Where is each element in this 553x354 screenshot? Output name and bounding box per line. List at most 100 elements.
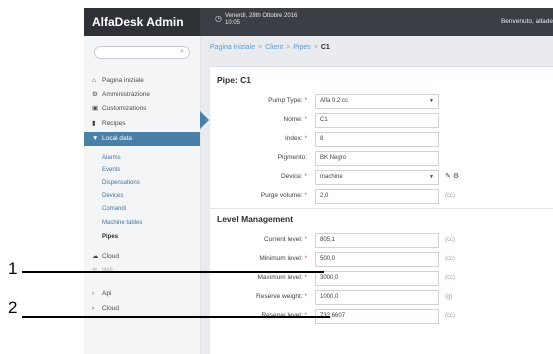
pump-type-select[interactable]: Alfa 0.2 cc ▼ [315,94,439,109]
row-purge-volume: Purge volume: * 2,0 (cc) [210,188,553,206]
field-label: Maximum level: [257,274,303,281]
required-mark: * [304,293,307,300]
field-label: Current level: [264,236,303,243]
sidebar-item-home[interactable]: ⌂ Pagina iniziale [84,74,200,88]
breadcrumb-client[interactable]: Client [265,44,283,51]
pigmento-input[interactable]: BK Negro [315,151,439,166]
search-box[interactable]: ⌕ [94,46,190,65]
row-pigmento: Pigmento: BK Negro [210,150,553,168]
reserve-level-input[interactable]: 732,6607 [315,309,439,324]
required-mark: * [304,116,307,123]
field-label: Reserve weight: [256,293,303,300]
maximum-level-input[interactable]: 3000,0 [315,271,439,286]
breadcrumb-current: C1 [320,44,330,51]
row-nome: Nome: * C1 [210,112,553,130]
unit-label: (cc) [445,275,455,281]
chevron-right-icon: › [92,305,95,312]
field-label: Device: [280,173,303,180]
breadcrumb-separator: > [286,44,291,51]
datetime: Venerdì, 28th Ottobre 2016 10:05 [225,13,297,27]
sidebar-subitem-alarms[interactable]: Alarms [102,153,121,163]
required-mark: * [304,135,307,142]
device-value: machine [320,174,343,180]
required-mark: * [304,274,307,281]
caret-down-icon: ▼ [429,98,434,104]
gear-icon[interactable]: ⚙ [453,173,459,180]
sidebar-subitem-events[interactable]: Events [102,165,120,175]
reserve-weight-input[interactable]: 1000,0 [315,290,439,305]
unit-label: (g) [445,294,453,300]
callout-number-2: 2 [8,298,18,317]
section-divider [210,208,553,209]
sidebar-item-label: Customizations [102,105,147,112]
field-label: Nome: [283,116,303,123]
sidebar-item-label: Cloud [102,253,119,260]
sidebar-item-local-data[interactable]: ▼ Local data [84,132,200,146]
callout-line-1 [22,271,324,273]
search-input[interactable] [95,53,187,65]
clock-icon: ◷ [215,14,222,23]
brand-logo[interactable]: AlfaDesk Admin [84,8,200,36]
unit-label: (cc) [445,237,455,243]
sidebar-item-customizations[interactable]: ▣ Customizations [84,102,200,116]
device-select[interactable]: machine ▼ [315,170,439,185]
chevron-right-icon: › [92,290,95,297]
breadcrumb-separator: > [258,44,263,51]
sidebar-subitem-comandi[interactable]: Comandi [102,204,126,214]
minimum-level-input[interactable]: 500,0 [315,252,439,267]
field-label: Pigmento: [277,154,307,161]
required-mark: * [304,97,307,104]
sidebar-item-label: Pagina iniziale [102,77,144,84]
active-nav-pointer [200,111,209,129]
row-minimum-level: Minimum level: * 500,0 (cc) [210,251,553,269]
sidebar-item-label: Recipes [102,120,126,127]
sidebar-item-label: Local data [102,135,132,142]
sidebar-item-cloud[interactable]: ☁ Cloud [84,250,200,264]
welcome-user[interactable]: Benvenuto, allade [501,8,553,36]
sidebar-subitem-machine-tables[interactable]: Machine tables [102,218,142,228]
nome-input[interactable]: C1 [315,113,439,128]
breadcrumb-separator: > [313,44,318,51]
search-icon[interactable]: ⌕ [180,48,184,56]
sidebar-subitem-pipes[interactable]: Pipes [102,232,118,242]
pencil-icon[interactable]: ✎ [445,173,451,180]
row-pump-type: Pump Type: * Alfa 0.2 cc ▼ [210,93,553,111]
section-title-level: Level Management [217,214,294,224]
unit-label: (cc) [445,313,455,319]
app-window: AlfaDesk Admin ◷ Venerdì, 28th Ottobre 2… [84,8,553,354]
sidebar-subitem-dispensations[interactable]: Dispensations [102,178,140,188]
sidebar-item-cloud-2[interactable]: › Cloud [84,302,200,316]
callout-number-1: 1 [8,259,18,278]
unit-label: (cc) [445,193,455,199]
unit-label: (cc) [445,256,455,262]
row-index: Index: * 8 [210,131,553,149]
sidebar-item-label: Cloud [102,305,119,312]
sidebar-item-recipes[interactable]: ▮ Recipes [84,117,200,131]
pump-type-value: Alfa 0.2 cc [320,98,349,104]
breadcrumb-home[interactable]: Pagina iniziale [210,44,255,51]
home-icon: ⌂ [92,77,96,84]
field-label: Index: [284,135,303,142]
breadcrumb: Pagina iniziale > Client > Pipes > C1 [210,44,330,51]
image-icon: ▣ [92,105,99,112]
field-label: Minimum level: [259,255,303,262]
sidebar-item-admin[interactable]: ⚙ Amministrazione [84,88,200,102]
field-label: Pump Type: [268,97,303,104]
book-icon: ▮ [92,120,96,127]
index-input[interactable]: 8 [315,132,439,147]
sidebar-item-label: Amministrazione [102,91,151,98]
row-current-level: Current level: * 805,1 (cc) [210,232,553,250]
caret-down-icon: ▼ [429,174,434,180]
sidebar-subitem-devices[interactable]: Devices [102,191,123,201]
current-level-input[interactable]: 805,1 [315,233,439,248]
purge-volume-input[interactable]: 2,0 [315,189,439,204]
time-text: 10:05 [225,20,241,26]
pipe-form-panel: Pipe: C1 Pump Type: * Alfa 0.2 cc ▼ Nome:… [210,66,553,354]
gear-icon: ⚙ [92,91,98,98]
sidebar-item-api[interactable]: › Api [84,287,200,301]
date-text: Venerdì, 28th Ottobre 2016 [225,13,298,19]
breadcrumb-pipes[interactable]: Pipes [293,44,311,51]
row-reserve-weight: Reserve weight: * 1000,0 (g) [210,289,553,307]
required-mark: * [304,255,307,262]
section-title-pipe: Pipe: C1 [217,75,252,85]
